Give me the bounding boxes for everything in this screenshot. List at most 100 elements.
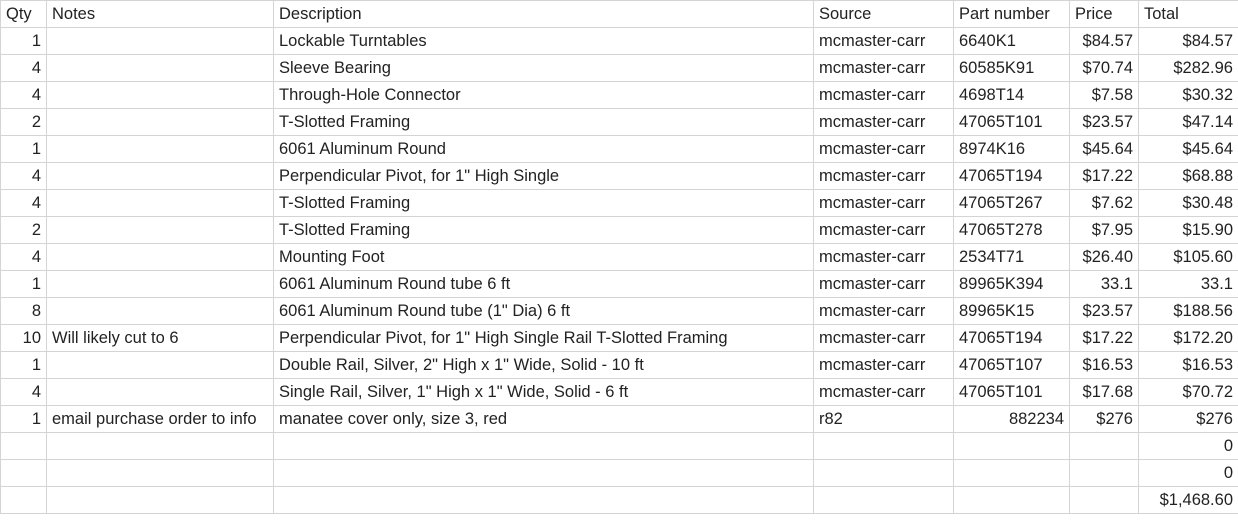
cell-price[interactable]: $45.64: [1069, 135, 1139, 163]
cell-qty[interactable]: 4: [0, 54, 47, 82]
cell-total[interactable]: $68.88: [1138, 162, 1238, 190]
header-cell-total[interactable]: Total: [1138, 0, 1238, 28]
cell-part-number[interactable]: 4698T14: [953, 81, 1070, 109]
cell-description[interactable]: Single Rail, Silver, 1" High x 1" Wide, …: [273, 378, 814, 406]
cell-notes[interactable]: [46, 270, 274, 298]
cell-price[interactable]: 33.1: [1069, 270, 1139, 298]
cell-description[interactable]: [273, 432, 814, 460]
cell-part-number[interactable]: 47065T101: [953, 108, 1070, 136]
cell-price[interactable]: $7.62: [1069, 189, 1139, 217]
cell-source[interactable]: mcmaster-carr: [813, 378, 954, 406]
cell-description[interactable]: 6061 Aluminum Round tube (1" Dia) 6 ft: [273, 297, 814, 325]
cell-price[interactable]: $7.95: [1069, 216, 1139, 244]
cell-notes[interactable]: [46, 351, 274, 379]
cell-notes[interactable]: [46, 486, 274, 514]
cell-description[interactable]: manatee cover only, size 3, red: [273, 405, 814, 433]
cell-total[interactable]: 0: [1138, 432, 1238, 460]
cell-part-number[interactable]: 47065T194: [953, 162, 1070, 190]
cell-part-number[interactable]: [953, 486, 1070, 514]
cell-description[interactable]: Perpendicular Pivot, for 1" High Single: [273, 162, 814, 190]
cell-source[interactable]: mcmaster-carr: [813, 243, 954, 271]
cell-price[interactable]: $17.68: [1069, 378, 1139, 406]
cell-notes[interactable]: [46, 135, 274, 163]
cell-part-number[interactable]: 89965K15: [953, 297, 1070, 325]
cell-part-number[interactable]: 47065T107: [953, 351, 1070, 379]
cell-part-number[interactable]: 47065T101: [953, 378, 1070, 406]
cell-price[interactable]: $23.57: [1069, 297, 1139, 325]
cell-price[interactable]: $16.53: [1069, 351, 1139, 379]
cell-total[interactable]: $84.57: [1138, 27, 1238, 55]
cell-part-number[interactable]: 60585K91: [953, 54, 1070, 82]
cell-source[interactable]: mcmaster-carr: [813, 189, 954, 217]
cell-qty[interactable]: 1: [0, 270, 47, 298]
cell-qty[interactable]: 4: [0, 189, 47, 217]
cell-total[interactable]: $1,468.60: [1138, 486, 1238, 514]
cell-description[interactable]: Sleeve Bearing: [273, 54, 814, 82]
cell-qty[interactable]: [0, 486, 47, 514]
cell-source[interactable]: mcmaster-carr: [813, 324, 954, 352]
cell-notes[interactable]: email purchase order to info: [46, 405, 274, 433]
cell-total[interactable]: $30.32: [1138, 81, 1238, 109]
cell-qty[interactable]: [0, 432, 47, 460]
cell-part-number[interactable]: 47065T194: [953, 324, 1070, 352]
cell-qty[interactable]: 1: [0, 27, 47, 55]
cell-part-number[interactable]: [953, 459, 1070, 487]
cell-description[interactable]: 6061 Aluminum Round: [273, 135, 814, 163]
cell-price[interactable]: $84.57: [1069, 27, 1139, 55]
cell-description[interactable]: Lockable Turntables: [273, 27, 814, 55]
cell-total[interactable]: $47.14: [1138, 108, 1238, 136]
cell-price[interactable]: $7.58: [1069, 81, 1139, 109]
cell-price[interactable]: $276: [1069, 405, 1139, 433]
cell-part-number[interactable]: 89965K394: [953, 270, 1070, 298]
cell-description[interactable]: Through-Hole Connector: [273, 81, 814, 109]
cell-source[interactable]: mcmaster-carr: [813, 270, 954, 298]
cell-qty[interactable]: 10: [0, 324, 47, 352]
cell-notes[interactable]: [46, 432, 274, 460]
cell-source[interactable]: [813, 459, 954, 487]
cell-total[interactable]: $282.96: [1138, 54, 1238, 82]
cell-source[interactable]: mcmaster-carr: [813, 27, 954, 55]
cell-source[interactable]: [813, 432, 954, 460]
cell-price[interactable]: [1069, 432, 1139, 460]
cell-part-number[interactable]: [953, 432, 1070, 460]
cell-description[interactable]: T-Slotted Framing: [273, 108, 814, 136]
cell-description[interactable]: 6061 Aluminum Round tube 6 ft: [273, 270, 814, 298]
cell-notes[interactable]: [46, 54, 274, 82]
cell-description[interactable]: [273, 459, 814, 487]
cell-qty[interactable]: [0, 459, 47, 487]
cell-description[interactable]: T-Slotted Framing: [273, 216, 814, 244]
cell-price[interactable]: $70.74: [1069, 54, 1139, 82]
cell-price[interactable]: $26.40: [1069, 243, 1139, 271]
cell-notes[interactable]: [46, 108, 274, 136]
cell-source[interactable]: r82: [813, 405, 954, 433]
cell-part-number[interactable]: 47065T267: [953, 189, 1070, 217]
cell-qty[interactable]: 8: [0, 297, 47, 325]
cell-part-number[interactable]: 882234: [953, 405, 1070, 433]
cell-total[interactable]: $15.90: [1138, 216, 1238, 244]
cell-qty[interactable]: 1: [0, 351, 47, 379]
cell-total[interactable]: $70.72: [1138, 378, 1238, 406]
cell-total[interactable]: $276: [1138, 405, 1238, 433]
cell-description[interactable]: Mounting Foot: [273, 243, 814, 271]
cell-part-number[interactable]: 6640K1: [953, 27, 1070, 55]
header-cell-source[interactable]: Source: [813, 0, 954, 28]
cell-total[interactable]: 33.1: [1138, 270, 1238, 298]
cell-part-number[interactable]: 2534T71: [953, 243, 1070, 271]
cell-total[interactable]: 0: [1138, 459, 1238, 487]
cell-total[interactable]: $30.48: [1138, 189, 1238, 217]
cell-price[interactable]: [1069, 459, 1139, 487]
cell-notes[interactable]: [46, 243, 274, 271]
cell-qty[interactable]: 1: [0, 405, 47, 433]
header-cell-price[interactable]: Price: [1069, 0, 1139, 28]
header-cell-part-number[interactable]: Part number: [953, 0, 1070, 28]
cell-price[interactable]: [1069, 486, 1139, 514]
cell-description[interactable]: [273, 486, 814, 514]
cell-notes[interactable]: [46, 189, 274, 217]
header-cell-qty[interactable]: Qty: [0, 0, 47, 28]
header-cell-description[interactable]: Description: [273, 0, 814, 28]
cell-source[interactable]: [813, 486, 954, 514]
cell-notes[interactable]: Will likely cut to 6: [46, 324, 274, 352]
cell-source[interactable]: mcmaster-carr: [813, 162, 954, 190]
cell-notes[interactable]: [46, 297, 274, 325]
cell-price[interactable]: $17.22: [1069, 324, 1139, 352]
